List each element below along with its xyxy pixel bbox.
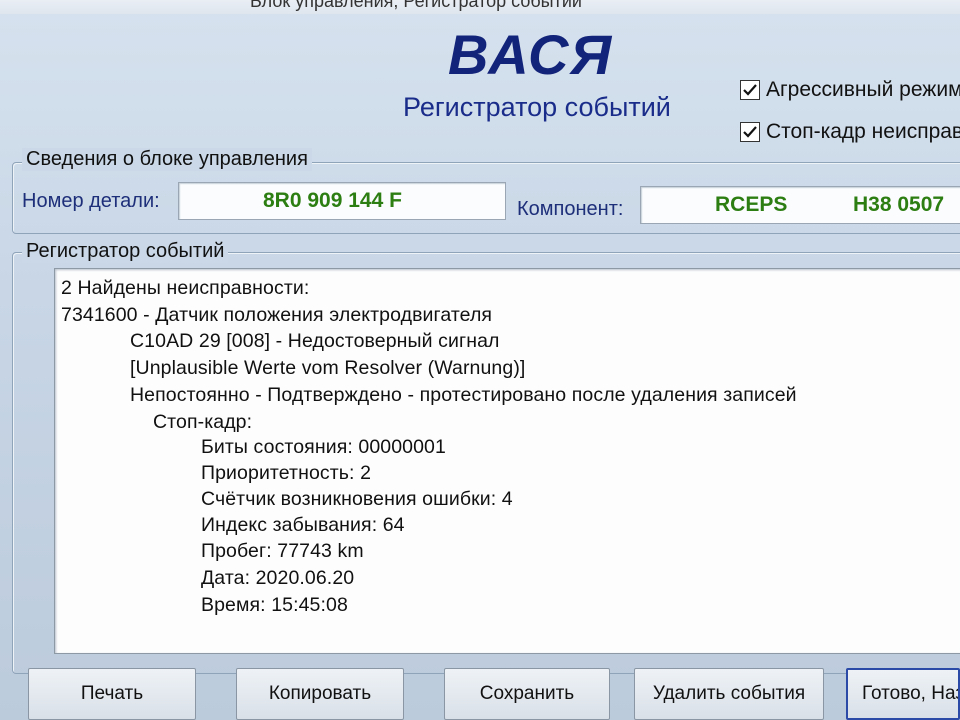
log-line: Индекс забывания: 64: [201, 514, 405, 536]
event-log-legend: Регистратор событий: [22, 240, 229, 263]
log-line: Счётчик возникновения ошибки: 4: [201, 488, 513, 510]
freeze-frame-label: Стоп-кадр неисправ: [766, 120, 960, 143]
checkbox-checked-icon: [740, 122, 760, 142]
part-number-field: 8R0 909 144 F: [178, 182, 506, 220]
done-back-button[interactable]: Готово, Наз: [846, 668, 960, 720]
log-line: 7341600 - Датчик положения электродвигат…: [61, 304, 493, 326]
part-number-label: Номер детали:: [22, 190, 160, 212]
delete-events-button[interactable]: Удалить события: [634, 668, 824, 720]
log-line: Время: 15:45:08: [201, 594, 348, 616]
aggressive-mode-checkbox[interactable]: Агрессивный режим: [740, 78, 960, 102]
log-line: [Unplausible Werte vom Resolver (Warnung…: [130, 357, 526, 379]
log-line: C10AD 29 [008] - Недостоверный сигнал: [130, 330, 500, 352]
copy-button[interactable]: Копировать: [236, 668, 404, 720]
window-title: Блок управления, Регистратор событий: [250, 0, 582, 11]
save-button[interactable]: Сохранить: [444, 668, 610, 720]
component-field: RCEPS H38 0507: [640, 186, 960, 224]
log-line: 2 Найдены неисправности:: [61, 277, 310, 299]
component-version: H38 0507: [853, 193, 945, 216]
part-number-value: 8R0 909 144 F: [263, 189, 402, 212]
title-bar: Блок управления, Регистратор событий: [0, 0, 960, 14]
app-logo: ВАСЯ: [448, 23, 614, 86]
log-line: Непостоянно - Подтверждено - протестиров…: [130, 384, 797, 406]
component-label: Компонент:: [517, 198, 624, 220]
page-subtitle: Регистратор событий: [403, 92, 671, 122]
checkbox-checked-icon: [740, 80, 760, 100]
log-line: Дата: 2020.06.20: [201, 567, 355, 589]
freeze-frame-checkbox[interactable]: Стоп-кадр неисправ: [740, 120, 960, 144]
app-window: Блок управления, Регистратор событий ВАС…: [0, 0, 960, 720]
component-name: RCEPS: [715, 193, 788, 216]
log-line: Стоп-кадр:: [153, 411, 253, 433]
ecu-info-legend: Сведения о блоке управления: [22, 148, 312, 171]
log-line: Приоритетность: 2: [201, 462, 372, 484]
aggressive-mode-label: Агрессивный режим: [766, 78, 960, 101]
log-line: Пробег: 77743 km: [201, 540, 364, 562]
log-line: Биты состояния: 00000001: [201, 436, 446, 458]
event-log-textarea[interactable]: 2 Найдены неисправности: 7341600 - Датчи…: [54, 268, 960, 654]
print-button[interactable]: Печать: [28, 668, 196, 720]
